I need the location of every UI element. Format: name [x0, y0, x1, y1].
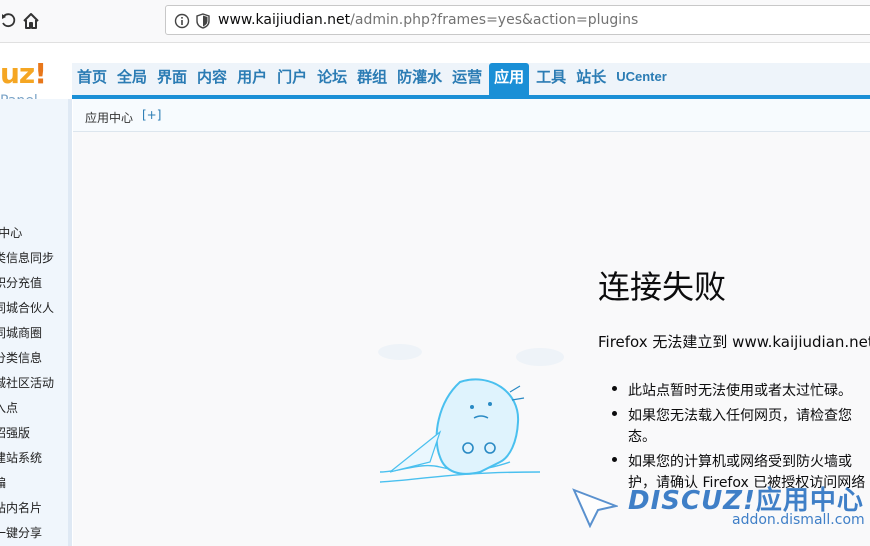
- home-icon: [23, 13, 39, 29]
- bullet-icon: [612, 457, 617, 462]
- reload-icon: [2, 13, 16, 28]
- list-item-text: 态。: [628, 429, 656, 445]
- breadcrumb: 应用中心 [+]: [73, 99, 870, 132]
- bullet-icon: [612, 386, 617, 391]
- main-nav: 首页 全局 界面 内容 用户 门户 论坛 群组 防灌水 运营 应用 工具 站长 UCenter: [74, 63, 674, 96]
- tab-0[interactable]: 首页: [74, 63, 110, 96]
- url-bar[interactable]: www.kaijiudian.net/admin.php?frames=yes&…: [165, 5, 870, 35]
- error-title: 连接失败: [598, 268, 727, 306]
- tab-10[interactable]: 应用: [489, 63, 530, 96]
- sidebar-item[interactable]: 建站系统: [0, 449, 64, 466]
- url-path: /admin.php?frames=yes&action=plugins: [350, 12, 639, 28]
- watermark-cursor-icon: [572, 488, 618, 528]
- sidebar-item[interactable]: 编: [0, 474, 64, 491]
- tab-13[interactable]: UCenter: [613, 63, 670, 96]
- sidebar-item[interactable]: 分类信息: [0, 349, 64, 366]
- tab-7[interactable]: 群组: [354, 63, 390, 96]
- tab-12[interactable]: 站长: [573, 63, 609, 96]
- watermark-site: addon.dismall.com: [732, 512, 865, 528]
- logo-bang: !: [34, 57, 47, 90]
- sidebar-item[interactable]: 类信息同步: [0, 249, 64, 266]
- disconnected-illustration: [378, 344, 564, 483]
- sidebar-item[interactable]: 站内名片: [0, 499, 64, 516]
- error-message: Firefox 无法建立到 www.kaijiudian.net: [598, 333, 870, 351]
- admin-header: uz! Panel 首页全局界面内容用户门户论坛群组防灌水运营应用工具站长UCe…: [0, 43, 870, 109]
- logo-text: uz: [0, 57, 35, 90]
- sidebar-item[interactable]: 同城商圈: [0, 324, 64, 341]
- tab-6[interactable]: 论坛: [314, 63, 350, 96]
- list-item-text: 此站点暂时无法使用或者太过忙碌。: [628, 383, 852, 399]
- add-shortcut-button[interactable]: [+]: [142, 108, 161, 122]
- reload-button[interactable]: [0, 10, 20, 32]
- tracking-shield-icon[interactable]: [196, 13, 210, 33]
- home-button[interactable]: [20, 10, 42, 32]
- tab-11[interactable]: 工具: [533, 63, 569, 96]
- url-host: www.kaijiudian.net: [218, 12, 351, 28]
- url-text: www.kaijiudian.net/admin.php?frames=yes&…: [218, 12, 638, 28]
- tab-9[interactable]: 运营: [449, 63, 485, 96]
- tab-2[interactable]: 界面: [154, 63, 190, 96]
- tab-3[interactable]: 内容: [194, 63, 230, 96]
- tab-4[interactable]: 用户: [234, 63, 270, 96]
- sidebar-item[interactable]: 入点: [0, 399, 64, 416]
- sidebar-item[interactable]: 城社区活动: [0, 374, 64, 391]
- sidebar-item[interactable]: 积分充值: [0, 274, 64, 291]
- tab-8[interactable]: 防灌水: [394, 63, 445, 96]
- sidebar-item[interactable]: f中心: [0, 224, 64, 241]
- breadcrumb-label: 应用中心: [85, 111, 134, 125]
- sidebar-item[interactable]: 一键分享: [0, 524, 64, 541]
- list-item-text: 如果您的计算机或网络受到防火墙或: [628, 454, 852, 470]
- info-icon[interactable]: [174, 13, 190, 33]
- sidebar-item[interactable]: 同城合伙人: [0, 299, 64, 316]
- tab-5[interactable]: 门户: [274, 63, 310, 96]
- bullet-icon: [612, 411, 617, 416]
- list-item-text: 如果您无法载入任何网页，请检查您: [628, 408, 852, 424]
- sidebar-item[interactable]: 招强版: [0, 424, 64, 441]
- sidebar: f中心类信息同步积分充值同城合伙人同城商圈分类信息城社区活动入点招强版建站系统编…: [0, 99, 72, 546]
- tab-1[interactable]: 全局: [114, 63, 150, 96]
- browser-toolbar: www.kaijiudian.net/admin.php?frames=yes&…: [0, 0, 870, 43]
- logo: uz!: [0, 57, 47, 90]
